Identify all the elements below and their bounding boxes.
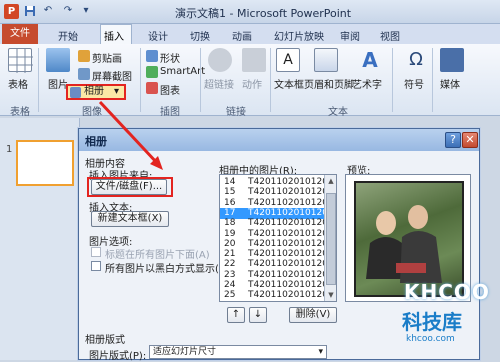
slide-thumbnail[interactable] (16, 140, 74, 186)
scroll-up-icon[interactable]: ▲ (326, 176, 336, 186)
picture-icon[interactable] (46, 48, 70, 72)
black-white-checkbox[interactable] (91, 261, 101, 271)
help-button[interactable]: ? (445, 132, 461, 148)
slide-number: 1 (6, 144, 13, 155)
symbol-icon[interactable]: Ω (404, 48, 428, 72)
textbox-icon[interactable]: A (276, 48, 300, 72)
photo-album-label: 相册 (84, 86, 104, 97)
remove-button[interactable]: 删除(V) (289, 307, 337, 323)
pictures-listbox[interactable]: 14 T4201102010120T 15 T4201102010120T 16 T420… (219, 174, 337, 302)
tab-view[interactable]: 视图 (380, 28, 400, 43)
caption-checkbox[interactable] (91, 247, 101, 257)
group-table: 表格 (10, 107, 30, 118)
list-item-number: 25 (224, 290, 236, 301)
header-footer-label[interactable]: 页眉和页脚 (304, 76, 354, 91)
group-links: 链接 (226, 107, 246, 118)
picture-layout-value: 适应幻灯片尺寸 (153, 347, 217, 357)
clipart-label[interactable]: 剪贴画 (92, 50, 122, 65)
action-label[interactable]: 动作 (242, 76, 262, 91)
scroll-thumb[interactable] (326, 193, 336, 285)
dialog-title-bar: 相册 ? ✕ (79, 129, 479, 151)
hyperlink-label[interactable]: 超链接 (204, 76, 234, 91)
title-bar: P ↶ ↷ ▾ 演示文稿1 - Microsoft PowerPoint (0, 0, 500, 24)
symbol-label[interactable]: 符号 (404, 76, 424, 91)
dialog-title: 相册 (85, 135, 107, 148)
ribbon-insert: 表格 表格 图片 剪贴画 屏幕截图 图像 形状 SmartArt 图表 插图 超… (0, 44, 500, 118)
group-separator (38, 48, 39, 112)
chevron-down-icon: ▾ (318, 347, 323, 357)
watermark-url: khcoo.com (406, 334, 455, 344)
picture-layout-select[interactable]: 适应幻灯片尺寸 ▾ (149, 345, 327, 359)
group-separator (200, 48, 201, 112)
chart-label[interactable]: 图表 (160, 82, 180, 97)
powerpoint-logo-icon: P (4, 4, 19, 19)
group-text: 文本 (328, 107, 348, 118)
hyperlink-icon[interactable] (208, 48, 232, 72)
list-scrollbar[interactable]: ▲ ▼ (324, 175, 336, 301)
table-icon[interactable] (8, 48, 33, 73)
group-separator (140, 48, 141, 112)
photo-album-icon (70, 87, 81, 98)
smartart-icon[interactable] (146, 66, 158, 78)
watermark-logo: KHCOO (404, 280, 490, 304)
shapes-label[interactable]: 形状 (160, 50, 180, 65)
tab-animations[interactable]: 动画 (232, 28, 252, 43)
group-separator (392, 48, 393, 112)
table-label[interactable]: 表格 (8, 76, 28, 91)
screenshot-label[interactable]: 屏幕截图 (92, 68, 132, 83)
move-down-button[interactable]: ↓ (249, 307, 267, 323)
undo-icon[interactable]: ↶ (42, 5, 54, 17)
wordart-label[interactable]: 艺术字 (352, 76, 382, 91)
picture-label[interactable]: 图片 (48, 76, 68, 91)
album-layout-heading: 相册版式 (85, 335, 125, 346)
new-textbox-button[interactable]: 新建文本框(X) (91, 211, 169, 227)
list-item[interactable]: 25 T4201102010120T (220, 290, 333, 301)
clipart-icon[interactable] (78, 50, 90, 62)
black-white-option-label: 所有图片以黑白方式显示(K) (105, 264, 230, 275)
photo-album-button[interactable]: 相册 ▾ (66, 84, 126, 100)
shapes-icon[interactable] (146, 50, 158, 62)
customize-icon[interactable]: ▾ (80, 5, 92, 17)
file-disk-button[interactable]: 文件/磁盘(F)... (91, 179, 167, 195)
tab-slideshow[interactable]: 幻灯片放映 (274, 28, 324, 43)
group-separator (270, 48, 271, 112)
save-icon[interactable] (24, 5, 36, 17)
wordart-icon[interactable]: A (358, 48, 382, 72)
window-title: 演示文稿1 - Microsoft PowerPoint (175, 7, 352, 20)
close-button[interactable]: ✕ (462, 132, 478, 148)
screenshot-icon[interactable] (78, 68, 90, 80)
watermark: KHCOO 科技库 khcoo.com (400, 276, 496, 356)
smartart-label[interactable]: SmartArt (160, 66, 205, 77)
group-images: 图像 (82, 107, 102, 118)
media-icon[interactable] (440, 48, 464, 72)
chevron-down-icon: ▾ (114, 86, 120, 97)
action-icon[interactable] (242, 48, 266, 72)
media-label[interactable]: 媒体 (440, 76, 460, 91)
tab-review[interactable]: 审阅 (340, 28, 360, 43)
textbox-label[interactable]: 文本框 (274, 76, 304, 91)
group-separator (432, 48, 433, 112)
group-illustrations: 插图 (160, 107, 180, 118)
tab-file[interactable]: 文件 (2, 24, 38, 44)
caption-option-label: 标题在所有图片下面(A) (105, 250, 210, 261)
watermark-cn: 科技库 (402, 310, 462, 334)
redo-icon[interactable]: ↷ (62, 5, 74, 17)
list-item-name: T4201102010120T (248, 290, 334, 301)
header-footer-icon[interactable] (314, 48, 338, 72)
scroll-down-icon[interactable]: ▼ (326, 290, 336, 300)
move-up-button[interactable]: ↑ (227, 307, 245, 323)
tab-transitions[interactable]: 切换 (190, 28, 210, 43)
chart-icon[interactable] (146, 82, 158, 94)
tab-insert[interactable]: 插入 (104, 28, 124, 43)
tab-home[interactable]: 开始 (58, 28, 78, 43)
tab-design[interactable]: 设计 (148, 28, 168, 43)
